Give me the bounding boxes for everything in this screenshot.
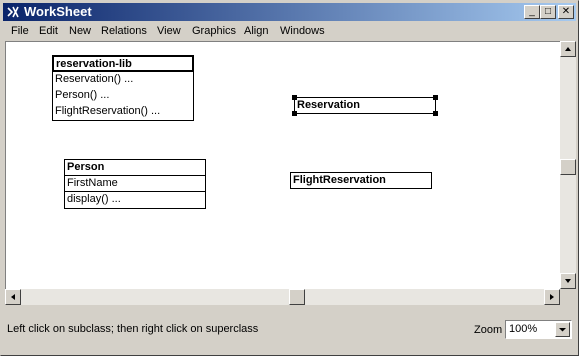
horizontal-scrollbar[interactable] <box>5 289 560 305</box>
selection-handle[interactable] <box>433 95 438 100</box>
horizontal-scroll-thumb[interactable] <box>289 289 305 305</box>
close-button[interactable]: ✕ <box>558 5 574 19</box>
selection-handle[interactable] <box>433 111 438 116</box>
diagram-canvas[interactable]: reservation-lib Reservation() ... Person… <box>5 41 560 289</box>
class-name: Person <box>65 160 205 176</box>
arrow-left-icon <box>11 294 15 300</box>
maximize-icon: □ <box>544 6 552 17</box>
minimize-icon: _ <box>529 6 535 17</box>
window-title: WorkSheet <box>24 4 92 19</box>
zoom-select[interactable]: 100% <box>505 320 572 339</box>
class-attribute: FirstName <box>65 176 205 192</box>
zoom-dropdown-button[interactable] <box>555 322 570 337</box>
scroll-up-button[interactable] <box>560 41 576 57</box>
zoom-label: Zoom <box>474 324 503 336</box>
package-item: Reservation() ... <box>55 73 134 85</box>
vertical-scroll-thumb[interactable] <box>560 159 576 175</box>
menu-bar: File Edit New Relations View Graphics Al… <box>3 22 576 40</box>
menu-align[interactable]: Align <box>244 24 268 38</box>
class-person[interactable]: Person FirstName display() ... <box>64 159 206 209</box>
menu-view[interactable]: View <box>157 24 181 38</box>
worksheet-window: WorkSheet _ □ ✕ File Edit New Relations … <box>0 0 579 356</box>
menu-relations[interactable]: Relations <box>101 24 147 38</box>
menu-graphics[interactable]: Graphics <box>192 24 236 38</box>
menu-edit[interactable]: Edit <box>39 24 58 38</box>
class-name: Reservation <box>297 99 360 111</box>
class-flight-reservation[interactable]: FlightReservation <box>290 172 432 189</box>
menu-file[interactable]: File <box>11 24 29 38</box>
status-message: Left click on subclass; then right click… <box>7 323 259 335</box>
class-method: display() ... <box>67 193 121 205</box>
scroll-right-button[interactable] <box>544 289 560 305</box>
package-item: Person() ... <box>55 89 110 101</box>
app-icon <box>7 6 19 18</box>
package-reservation-lib[interactable]: reservation-lib Reservation() ... Person… <box>52 55 194 121</box>
scroll-left-button[interactable] <box>5 289 21 305</box>
menu-windows[interactable]: Windows <box>280 24 325 38</box>
package-item: FlightReservation() ... <box>55 105 161 117</box>
chevron-down-icon <box>559 328 566 332</box>
arrow-right-icon <box>550 294 554 300</box>
zoom-value: 100% <box>509 323 538 335</box>
close-icon: ✕ <box>561 6 571 17</box>
package-name: reservation-lib <box>53 56 193 72</box>
minimize-button[interactable]: _ <box>524 5 540 19</box>
selection-handle[interactable] <box>292 95 297 100</box>
title-bar[interactable]: WorkSheet _ □ ✕ <box>3 3 576 21</box>
vertical-scrollbar[interactable] <box>560 41 576 289</box>
scrollbar-corner <box>560 289 576 305</box>
menu-new[interactable]: New <box>69 24 91 38</box>
scroll-down-button[interactable] <box>560 273 576 289</box>
class-reservation[interactable]: Reservation <box>292 95 438 116</box>
selection-handle[interactable] <box>292 111 297 116</box>
maximize-button[interactable]: □ <box>540 5 556 19</box>
arrow-up-icon <box>565 47 571 51</box>
class-name: FlightReservation <box>293 174 386 186</box>
arrow-down-icon <box>565 279 571 283</box>
